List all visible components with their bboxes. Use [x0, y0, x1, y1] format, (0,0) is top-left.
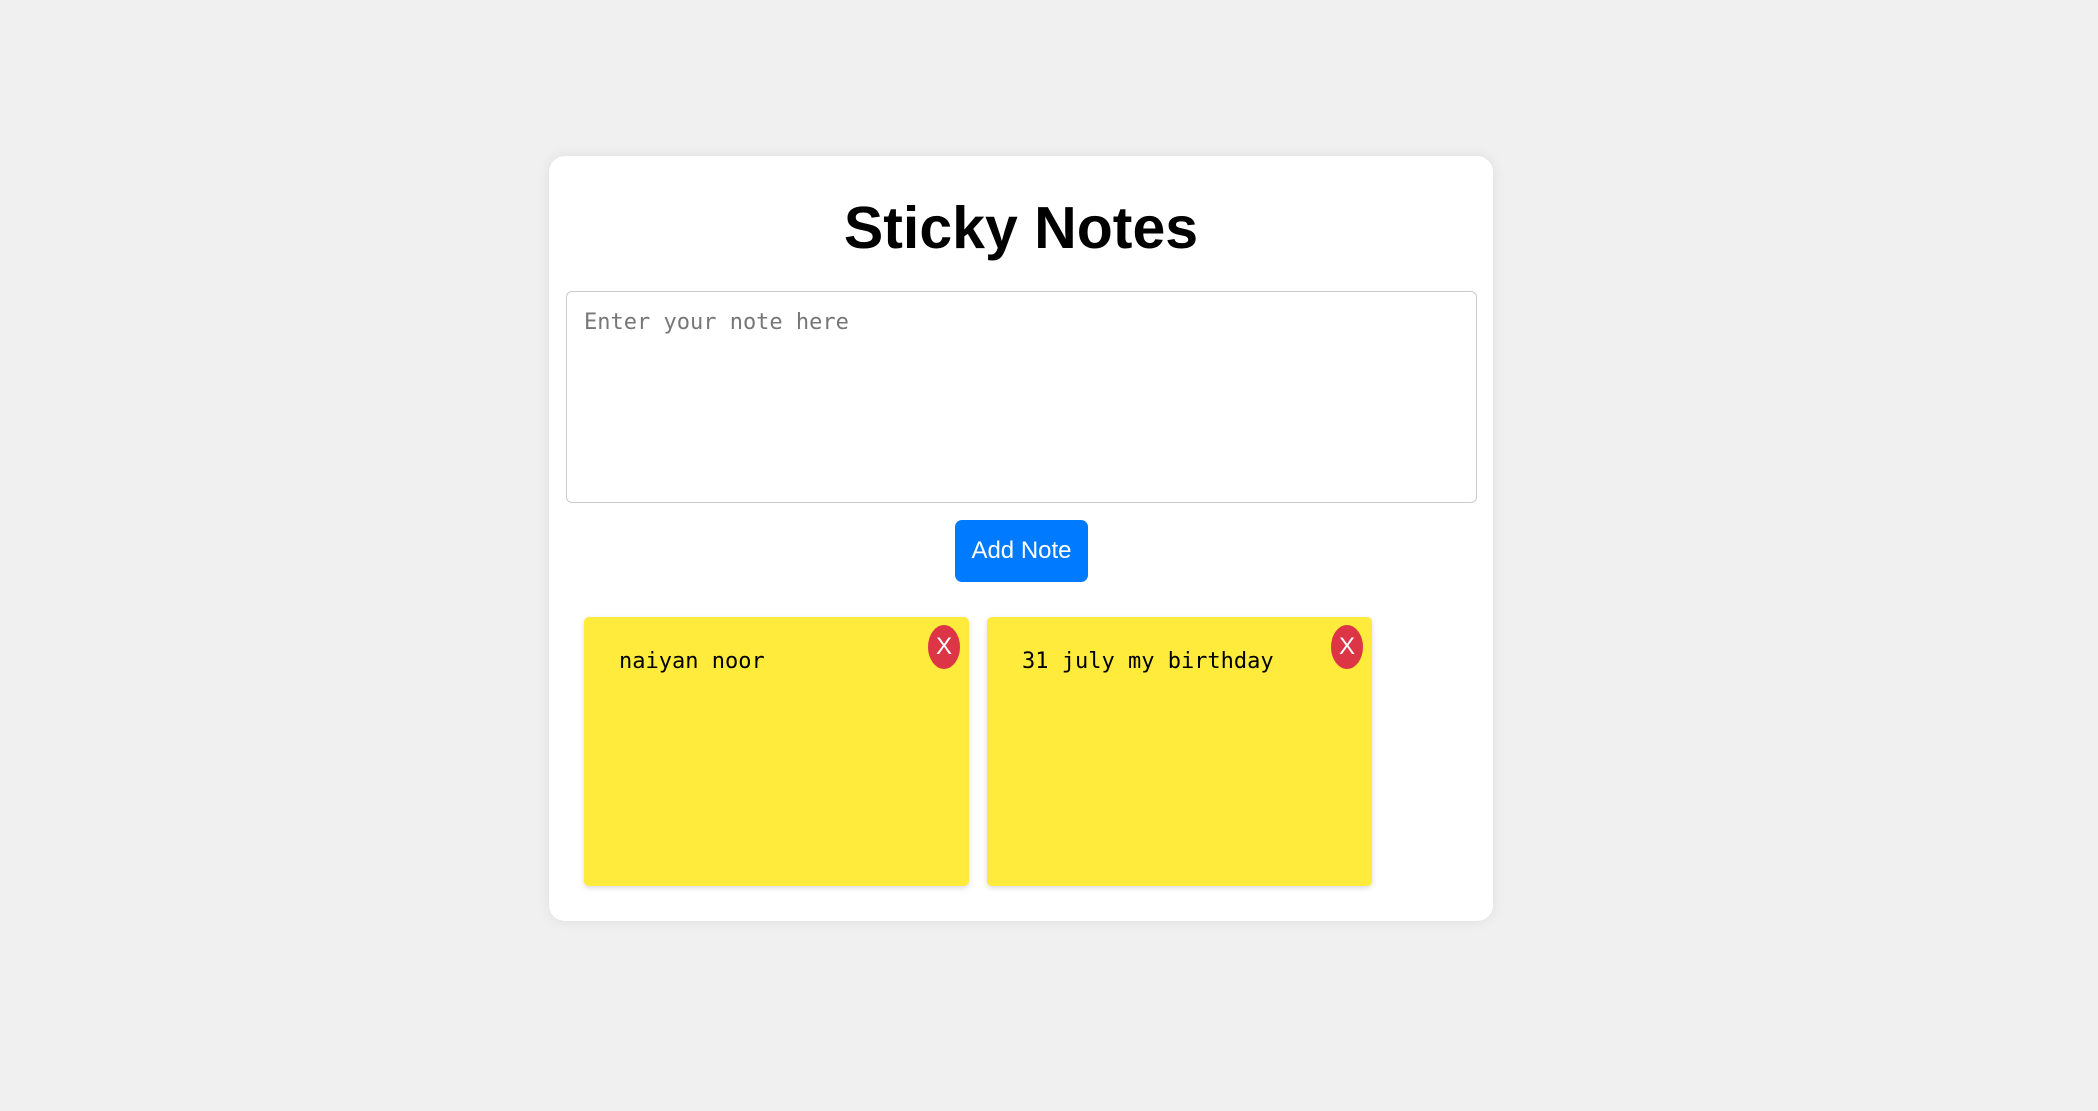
notes-list: naiyan noor X 31 july my birthday X: [584, 617, 1372, 886]
sticky-note: naiyan noor X: [584, 617, 969, 886]
note-text: 31 july my birthday: [1022, 649, 1274, 674]
delete-note-button[interactable]: X: [928, 625, 960, 669]
add-note-button[interactable]: Add Note: [955, 520, 1088, 582]
sticky-note: 31 july my birthday X: [987, 617, 1372, 886]
delete-note-button[interactable]: X: [1331, 625, 1363, 669]
note-input[interactable]: [566, 291, 1477, 503]
app-card: Sticky Notes Add Note naiyan noor X 31 j…: [549, 156, 1493, 921]
note-text: naiyan noor: [619, 649, 765, 674]
page-title: Sticky Notes: [843, 195, 1199, 261]
